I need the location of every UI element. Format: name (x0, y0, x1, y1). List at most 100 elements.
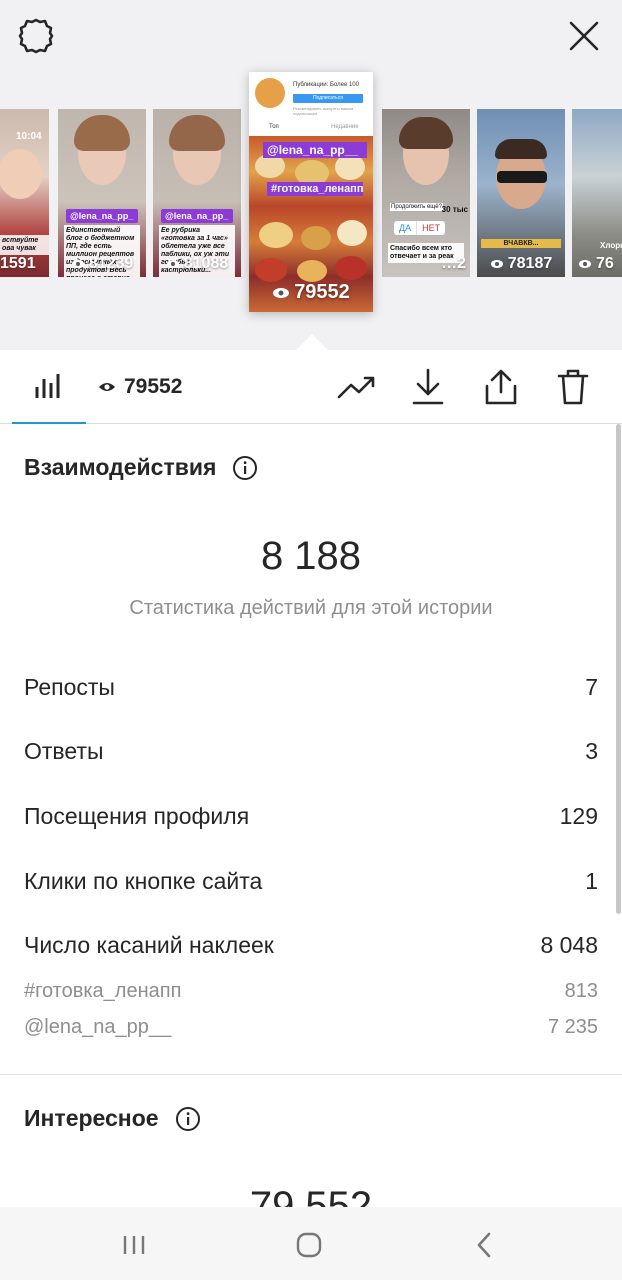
discovery-title: Интересное (24, 1105, 159, 1131)
download-button[interactable] (407, 366, 449, 408)
info-icon[interactable] (175, 1106, 201, 1132)
interactions-subtitle: Статистика действий для этой истории (129, 597, 493, 619)
back-icon (477, 1232, 491, 1258)
system-nav-bar (0, 1207, 622, 1280)
story-thumbnail[interactable]: @lena_na_pp_ Ее рубрика «готовка за 1 ча… (153, 109, 241, 277)
share-icon (485, 369, 517, 405)
story-mention-tag: @lena_na_pp_ (161, 209, 233, 223)
poll-question: Продолжить ещё? (390, 203, 443, 211)
story-views: 78187 (477, 255, 565, 273)
story-mention-tag: @lena_na_pp_ (66, 209, 138, 223)
hashtag-label: #готовка_ленапп (267, 182, 363, 196)
stat-value: 7 235 (547, 1016, 598, 1038)
story-views-count: …2 (441, 255, 466, 272)
story-views: 81088 (153, 255, 241, 273)
story-views: 81239 (58, 255, 146, 273)
stat-label: Ответы (24, 738, 104, 764)
tab-views[interactable]: 79552 (98, 350, 182, 424)
story-views: …2 (382, 255, 470, 273)
story-time: 10:04 (16, 131, 42, 142)
stat-value: 1 (585, 868, 598, 894)
poll-yes: ДА (394, 221, 418, 235)
selected-story-views-count: 79552 (294, 281, 350, 303)
eye-icon (490, 260, 503, 268)
eye-icon (166, 260, 179, 268)
stat-row-sticker-taps: Число касаний наклеек 8 048 (24, 932, 598, 959)
story-views: 76 (572, 255, 622, 273)
poll-no: НЕТ (422, 223, 441, 233)
interactions-title: Взаимодействия (24, 454, 217, 480)
story-views: 1591 (0, 255, 49, 273)
poll-badge: 30 тыс (441, 205, 468, 214)
story-thumbnail[interactable]: ВЧАВКВ... 78187 (477, 109, 565, 277)
trending-up-icon (337, 376, 375, 399)
tab-top: Топ (269, 124, 279, 130)
delete-button[interactable] (552, 366, 594, 408)
scrollbar[interactable] (616, 424, 621, 914)
stories-strip-area: 10:04 вствуйте ова чувак 1591 @lena_na_p… (0, 0, 622, 350)
selected-story-views: 79552 (249, 281, 373, 304)
stat-row-reposts: Репосты 7 (24, 674, 598, 701)
settings-gear-icon (18, 18, 54, 54)
back-button[interactable] (464, 1225, 504, 1265)
recommend-text: Рекомендовать аккаунты вашим подписчикам (293, 106, 354, 116)
eye-icon (71, 260, 84, 268)
story-views-count: 81088 (183, 255, 229, 272)
recent-apps-icon (123, 1236, 145, 1254)
follow-button: Подписаться (293, 94, 363, 103)
interactions-section-title: Взаимодействия (24, 454, 258, 481)
section-divider (0, 1074, 622, 1075)
stat-row-replies: Ответы 3 (24, 738, 598, 765)
eye-icon (99, 383, 115, 391)
story-views-count: 78187 (507, 255, 553, 272)
stat-value: 8 048 (540, 932, 598, 958)
story-thumbnail[interactable]: Хлорк 76 (572, 109, 622, 277)
sunglasses (497, 171, 547, 183)
trash-icon (557, 369, 589, 405)
stat-label: Число касаний наклеек (24, 932, 274, 958)
discovery-section-title: Интересное (24, 1105, 201, 1132)
profile-avatar (255, 78, 285, 108)
mention-label: @lena_na_pp__ (263, 142, 367, 158)
stat-label: Посещения профиля (24, 803, 250, 829)
views-count: 79552 (124, 375, 183, 398)
stat-label: @lena_na_pp__ (24, 1016, 172, 1038)
story-caption: Хлорк (600, 241, 622, 250)
share-button[interactable] (480, 366, 522, 408)
home-icon (296, 1232, 322, 1258)
insights-button[interactable] (336, 366, 378, 408)
stat-value: 7 (585, 674, 598, 700)
interactions-total: 8 188 (260, 534, 362, 578)
close-icon (569, 21, 599, 51)
action-bar: 79552 (0, 350, 622, 424)
eye-icon (273, 287, 290, 298)
stat-row-profile-visits: Посещения профиля 129 (24, 803, 598, 830)
selected-story-header: Публикации: Более 100 Подписаться Рекоме… (249, 72, 373, 136)
story-views-count: 76 (596, 255, 614, 272)
stat-label: Клики по кнопке сайта (24, 868, 263, 894)
tab-statistics[interactable] (12, 350, 86, 424)
story-caption: вствуйте ова чувак (0, 235, 49, 255)
settings-button[interactable] (16, 16, 56, 56)
story-caption: ВЧАВКВ... (481, 239, 561, 248)
sticker-subrow-mention: @lena_na_pp__ 7 235 (24, 1016, 598, 1039)
story-views-count: 81239 (88, 255, 134, 272)
story-thumbnail[interactable]: 10:04 вствуйте ова чувак 1591 (0, 109, 49, 277)
eye-icon (579, 260, 591, 268)
stat-value: 129 (559, 803, 598, 829)
selected-story-thumbnail[interactable]: Публикации: Более 100 Подписаться Рекоме… (249, 72, 373, 312)
home-button[interactable] (289, 1225, 329, 1265)
stat-label: Репосты (24, 674, 115, 700)
info-icon[interactable] (232, 455, 258, 481)
story-thumbnail[interactable]: Продолжить ещё? 30 тыс ДА НЕТ Спасибо вс… (382, 109, 470, 277)
tab-recent: Недавние (331, 124, 359, 130)
download-icon (412, 368, 444, 405)
stat-row-website-clicks: Клики по кнопке сайта 1 (24, 868, 598, 895)
stat-label: #готовка_ленапп (24, 980, 182, 1002)
sticker-subrow-hashtag: #готовка_ленапп 813 (24, 980, 598, 1003)
close-button[interactable] (564, 16, 604, 56)
poll-sticker: ДА НЕТ (394, 221, 446, 235)
story-thumbnail[interactable]: @lena_na_pp_ Единственный блог о бюджетн… (58, 109, 146, 277)
bar-chart-icon (35, 374, 60, 398)
recent-apps-button[interactable] (114, 1225, 154, 1265)
